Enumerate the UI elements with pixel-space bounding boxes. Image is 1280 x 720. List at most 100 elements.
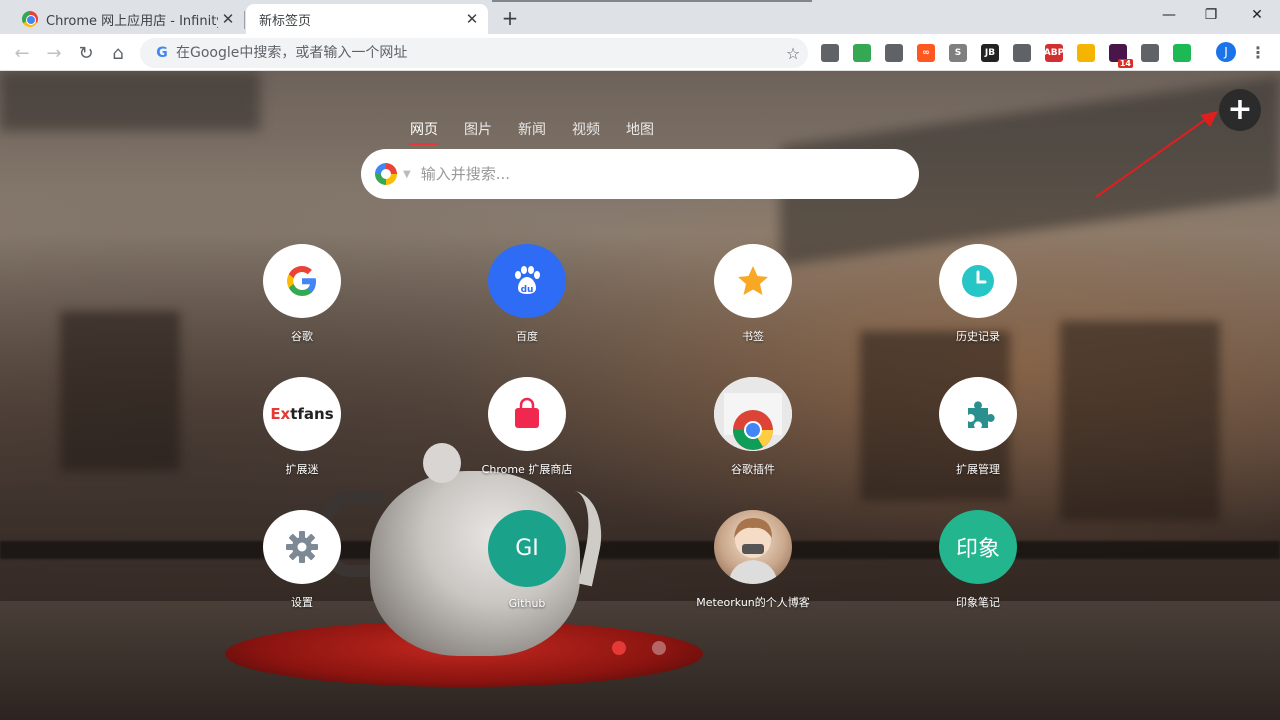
shortcut-label: Chrome 扩展商店 (481, 463, 573, 476)
jb-ext-icon[interactable]: JB (981, 44, 999, 62)
shortcut-github-text[interactable]: GI Github (457, 510, 597, 610)
google-g-icon: G (156, 45, 168, 61)
vimium-icon[interactable] (821, 44, 839, 62)
search-bar[interactable]: ▼ (361, 149, 919, 199)
shortcut-icon-circle[interactable] (939, 377, 1017, 451)
search-tab[interactable]: 图片 (464, 119, 492, 145)
tab-strip-indicator (492, 0, 812, 2)
tab-title: Chrome 网上应用店 - Infinity新 (46, 13, 218, 29)
shortcut-extfans[interactable]: Extfans 扩展迷 (232, 377, 372, 477)
shortcut-label: 扩展管理 (956, 463, 1000, 476)
colorful-ext-icon[interactable] (853, 44, 871, 62)
search-tab[interactable]: 地图 (626, 119, 654, 145)
shortcut-label: 设置 (291, 596, 313, 609)
google-engine-icon[interactable] (375, 163, 397, 185)
adblock-plus-icon[interactable]: ABP (1043, 44, 1065, 62)
shortcut-clock[interactable]: 历史记录 (908, 244, 1048, 344)
screenshot-ext-icon[interactable] (1141, 44, 1159, 62)
infinity-ext-icon[interactable]: ∞ (917, 44, 935, 62)
tab-title: 新标签页 (259, 13, 312, 29)
background-window (60, 311, 180, 471)
page-dot[interactable] (652, 641, 666, 655)
search-tab[interactable]: 视频 (572, 119, 600, 145)
shortcut-yinxiang-text[interactable]: 印象 印象笔记 (908, 510, 1048, 610)
shopping-bag-icon (515, 397, 539, 428)
google-icon (287, 266, 316, 296)
browser-toolbar: ← → ↻ ⌂ G ☆ ∞ S JB ABP 14 J ⋮ (0, 34, 1280, 71)
address-input[interactable] (176, 45, 778, 61)
back-button[interactable]: ← (8, 39, 36, 67)
chrome-store-icon (22, 11, 38, 27)
shortcut-star[interactable]: 书签 (683, 244, 823, 344)
slack-ext-icon[interactable]: 14 (1109, 44, 1133, 68)
tab-newtab[interactable]: 新标签页 ✕ (246, 4, 488, 34)
github-text-icon: GI (515, 536, 539, 561)
shortcut-label: Github (508, 597, 546, 610)
tab-webstore[interactable]: Chrome 网上应用店 - Infinity新 ✕ (10, 4, 244, 34)
shortcut-icon-circle[interactable] (263, 244, 341, 318)
chrome-webstore-icon (714, 377, 792, 451)
reload-button[interactable]: ↻ (72, 39, 100, 67)
shortcut-baidu[interactable]: du 百度 (457, 244, 597, 344)
shortcut-label: 书签 (742, 330, 764, 343)
shortcut-icon-circle[interactable] (714, 244, 792, 318)
baidu-icon: du (515, 266, 540, 295)
engine-dropdown-caret[interactable]: ▼ (403, 169, 411, 180)
puzzle-icon (968, 401, 995, 428)
tab-close-icon[interactable]: ✕ (462, 9, 482, 29)
page-dot[interactable] (612, 641, 626, 655)
chrome-menu-icon[interactable]: ⋮ (1248, 42, 1268, 62)
background-window (1060, 321, 1220, 521)
yinxiang-text-icon: 印象 (955, 537, 1000, 562)
shortcut-shopping-bag[interactable]: Chrome 扩展商店 (457, 377, 597, 477)
shield-ext-icon[interactable] (1077, 44, 1095, 62)
shortcut-icon-circle[interactable] (714, 510, 792, 584)
shortcut-icon-circle[interactable] (939, 244, 1017, 318)
shortcut-label: 百度 (516, 330, 538, 343)
profile-avatar[interactable]: J (1216, 42, 1236, 62)
shortcut-icon-circle[interactable] (263, 510, 341, 584)
shortcut-label: 印象笔记 (956, 596, 1000, 609)
shortcut-icon-circle[interactable] (488, 377, 566, 451)
new-tab-button[interactable]: + (498, 6, 522, 30)
extension-badge: 14 (1117, 59, 1133, 68)
shortcut-icon-circle[interactable]: 印象 (939, 510, 1017, 584)
shortcut-avatar[interactable]: Meteorkun的个人博客 (683, 510, 823, 610)
search-input[interactable] (420, 165, 919, 183)
shortcut-icon-circle[interactable]: GI (488, 510, 566, 587)
clock-icon (962, 265, 994, 297)
omnibox[interactable]: G ☆ (140, 38, 808, 68)
extension-label: JB (984, 48, 996, 58)
s-ext-icon[interactable]: S (949, 44, 967, 62)
home-button[interactable]: ⌂ (104, 39, 132, 67)
shortcut-label: 谷歌插件 (731, 463, 775, 476)
shortcut-icon-circle[interactable]: du (488, 244, 566, 318)
shortcut-chrome-webstore[interactable]: 谷歌插件 (683, 377, 823, 477)
shortcut-gear[interactable]: 设置 (232, 510, 372, 610)
gear-icon (286, 531, 318, 563)
tab-close-icon[interactable]: ✕ (218, 9, 238, 29)
tab-strip: Chrome 网上应用店 - Infinity新 ✕ 新标签页 ✕ + — ❐ … (0, 0, 1280, 34)
extfans-logo: Extfans (270, 405, 334, 423)
shortcut-google[interactable]: 谷歌 (232, 244, 372, 344)
maximize-button[interactable]: ❐ (1188, 0, 1234, 30)
close-window-button[interactable]: ✕ (1234, 0, 1280, 30)
svg-text:du: du (521, 285, 534, 295)
minimize-button[interactable]: — (1146, 0, 1192, 30)
search-tab[interactable]: 网页 (410, 119, 438, 145)
sync-ext-icon[interactable] (885, 44, 903, 62)
shortcut-icon-circle[interactable] (714, 377, 792, 451)
search-tab[interactable]: 新闻 (518, 119, 546, 145)
tab-separator (244, 11, 245, 29)
forward-button[interactable]: → (40, 39, 68, 67)
annotation-arrow (1095, 111, 1218, 198)
audio-ext-icon[interactable] (1173, 44, 1191, 62)
extension-label: ∞ (922, 48, 930, 58)
extension-label: ABP (1043, 48, 1065, 58)
bookmark-star-icon[interactable]: ☆ (778, 44, 808, 63)
teapot-lid (423, 443, 461, 483)
tabs-ext-icon[interactable] (1013, 44, 1031, 62)
shortcut-icon-circle[interactable]: Extfans (263, 377, 341, 451)
extension-label: S (954, 48, 962, 58)
shortcut-puzzle[interactable]: 扩展管理 (908, 377, 1048, 477)
